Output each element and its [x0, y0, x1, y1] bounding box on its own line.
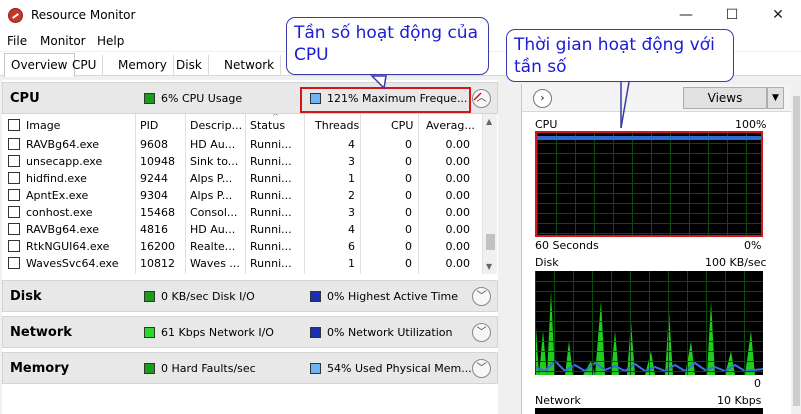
time-callout: Thời gian hoạt động với tần số — [506, 29, 734, 82]
frequency-callout: Tần số hoạt động của CPU — [286, 17, 489, 75]
